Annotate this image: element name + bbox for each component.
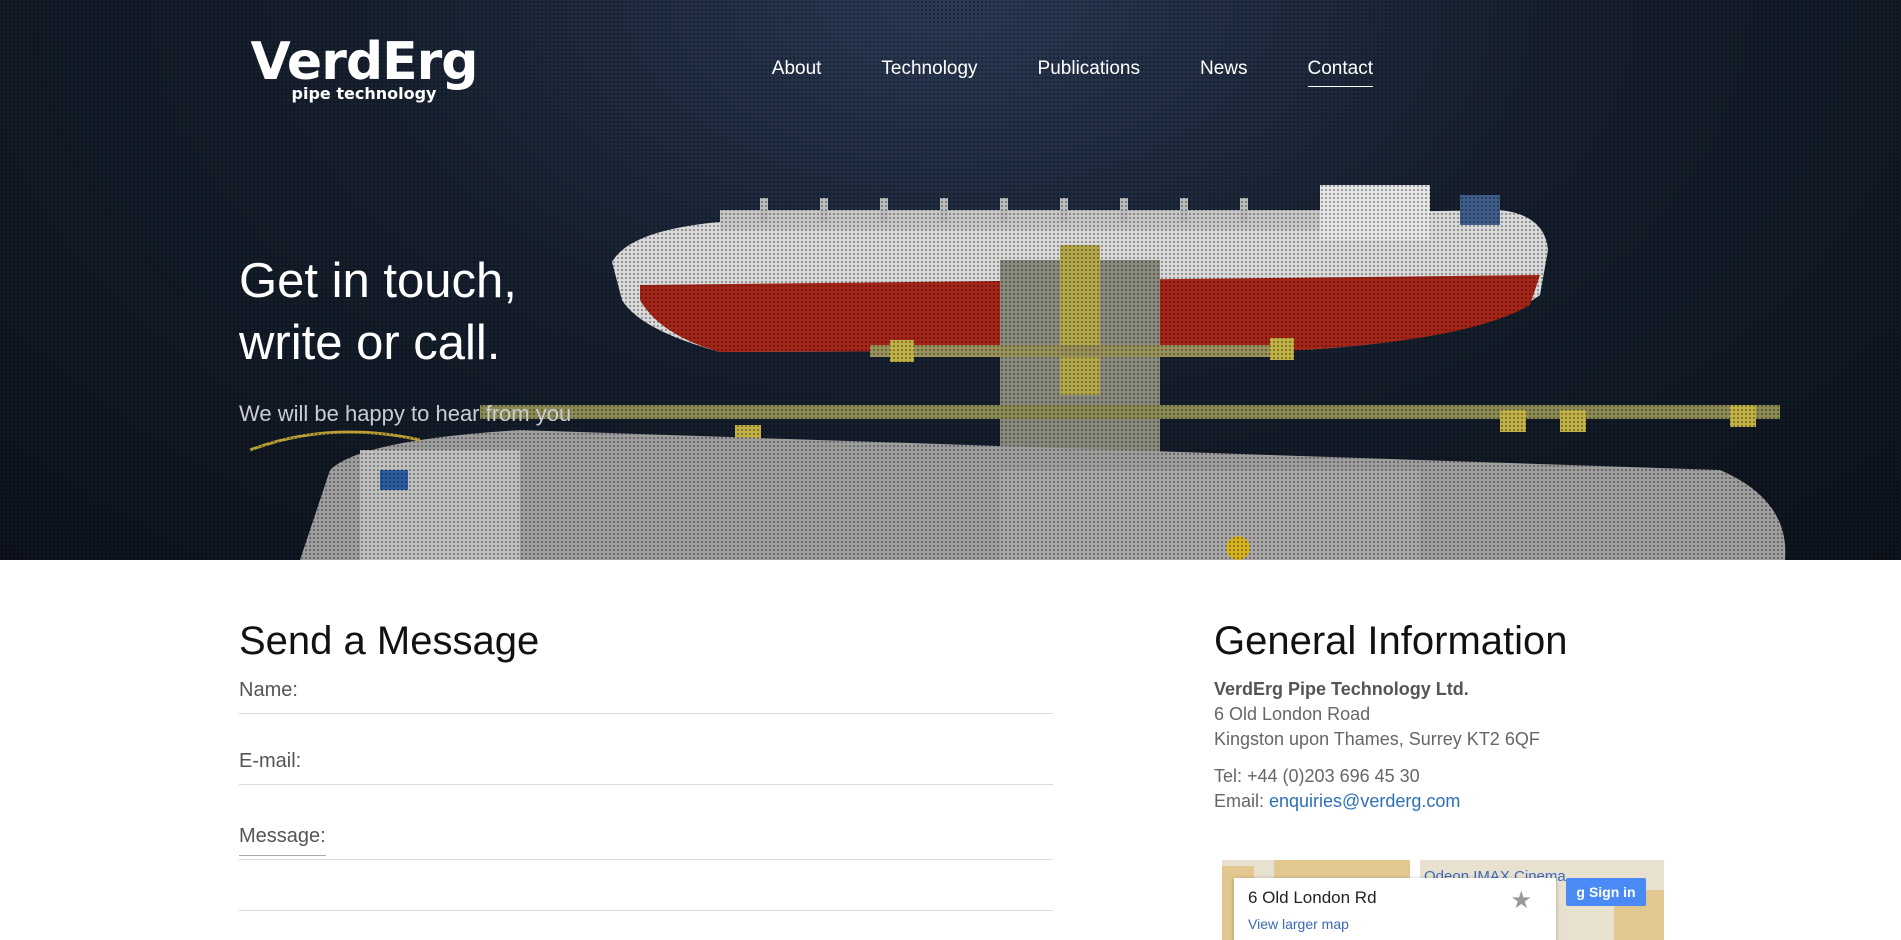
map-signin-button[interactable]: g Sign in (1566, 878, 1646, 906)
info-title: General Information (1214, 619, 1568, 663)
message-field[interactable]: Message: (239, 825, 1053, 860)
message-textarea[interactable] (239, 860, 1053, 911)
hero-heading-line2: write or call. (239, 316, 501, 370)
message-label: Message: (239, 825, 326, 856)
email-label: E-mail: (239, 750, 302, 772)
view-larger-map-link[interactable]: View larger map (1248, 916, 1349, 932)
hero-subtitle: We will be happy to hear from you (239, 401, 572, 426)
star-icon[interactable]: ★ (1510, 886, 1532, 915)
nav-news[interactable]: News (1200, 58, 1248, 87)
logo[interactable]: VerdErg pipe technology (248, 34, 480, 102)
nav-contact[interactable]: Contact (1307, 58, 1373, 87)
company-name: VerdErg Pipe Technology Ltd. (1214, 679, 1469, 699)
main-nav: About Technology Publications News Conta… (772, 58, 1373, 87)
contact-form: Send a Message Name: E-mail: Message: (239, 615, 1053, 911)
google-icon: g (1576, 884, 1585, 900)
map-street (1214, 860, 1222, 940)
logo-wordmark: VerdErg (250, 32, 479, 92)
map-place-card: 6 Old London Rd View larger map ★ (1234, 878, 1556, 940)
hero-banner: VerdErg pipe technology About Technology… (0, 0, 1901, 560)
hero-heading-line1: Get in touch, (239, 254, 517, 308)
contact-details: VerdErg Pipe Technology Ltd. 6 Old Londo… (1214, 677, 1664, 814)
nav-publications[interactable]: Publications (1038, 58, 1140, 87)
map-building (1274, 860, 1414, 880)
email-line: Email: enquiries@verderg.com (1214, 789, 1664, 814)
form-title: Send a Message (239, 619, 540, 663)
email-field[interactable]: E-mail: (239, 750, 1053, 785)
telephone: Tel: +44 (0)203 696 45 30 (1214, 766, 1420, 786)
address-line1: 6 Old London Road (1214, 704, 1371, 724)
email-prefix: Email: (1214, 791, 1270, 811)
name-field[interactable]: Name: (239, 679, 1053, 714)
name-label: Name: (239, 679, 298, 701)
address-line2: Kingston upon Thames, Surrey KT2 6QF (1214, 729, 1540, 749)
hero-heading: Get in touch, write or call. (239, 250, 517, 374)
nav-technology[interactable]: Technology (881, 58, 977, 87)
map-place-title: 6 Old London Rd (1248, 888, 1377, 907)
general-information: General Information VerdErg Pipe Technol… (1214, 615, 1664, 814)
nav-about[interactable]: About (772, 58, 822, 87)
email-link[interactable]: enquiries@verderg.com (1269, 791, 1460, 811)
signin-label: Sign in (1588, 884, 1636, 900)
embedded-map[interactable]: Odeon IMAX Cinema 6 Old London Rd View l… (1214, 860, 1664, 940)
